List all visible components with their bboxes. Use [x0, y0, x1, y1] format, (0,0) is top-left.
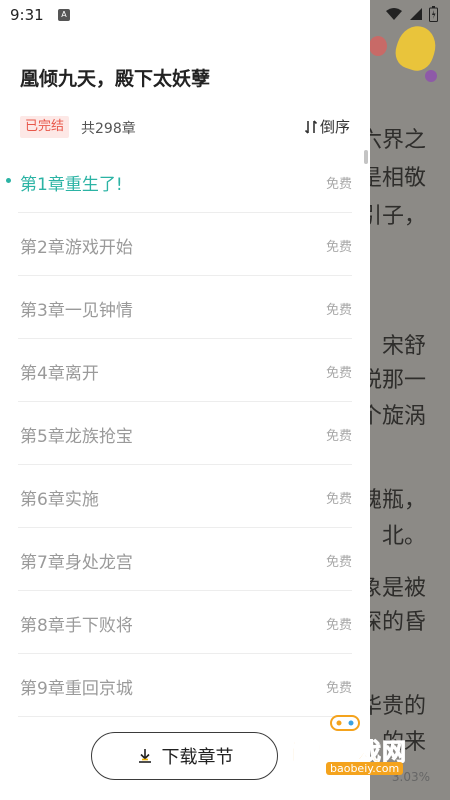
chapter-list: 第1章重生了! 免费 第2章游戏开始 免费 第3章一见钟情 免费 第4章离开 免…: [0, 150, 370, 717]
chapter-title: 第6章实施: [20, 490, 99, 510]
free-tag: 免费: [325, 240, 352, 255]
status-badge: 已完结: [20, 116, 70, 138]
free-tag: 免费: [325, 366, 352, 381]
sort-label: 倒序: [319, 118, 350, 136]
chapter-drawer: 凰倾九天，殿下太妖孽 已完结 共298章 倒序 第1章重生了! 免费 第2章游戏…: [0, 0, 370, 800]
chapter-title: 第5章龙族抢宝: [20, 427, 133, 447]
free-tag: 免费: [325, 177, 352, 192]
signal-icon: [410, 8, 422, 20]
chapter-item[interactable]: 第4章离开 免费: [18, 339, 352, 402]
gamepad-logo-icon: [330, 715, 360, 731]
download-label: 下载章节: [161, 747, 234, 768]
chapter-item[interactable]: 第6章实施 免费: [18, 465, 352, 528]
chapter-count: 共298章: [81, 121, 136, 137]
free-tag: 免费: [325, 429, 352, 444]
chapter-title: 第7章身处龙宫: [20, 553, 133, 573]
status-time: 9:31: [10, 6, 44, 24]
lantern-decoration-small: [369, 36, 387, 56]
chapter-item[interactable]: 第2章游戏开始 免费: [18, 213, 352, 276]
free-tag: 免费: [325, 303, 352, 318]
status-icons: [385, 6, 438, 22]
watermark-url: baobeiy.com: [326, 762, 404, 775]
chapter-title: 第3章一见钟情: [20, 301, 133, 321]
notification-icon: A: [58, 9, 70, 21]
download-chapters-button[interactable]: 下载章节: [91, 732, 278, 780]
status-bar: 9:31 A: [0, 0, 450, 30]
chapter-item[interactable]: 第9章重回京城 免费: [18, 654, 352, 717]
chapter-title: 第1章重生了!: [20, 175, 123, 195]
chapter-title: 第8章手下败将: [20, 616, 133, 636]
free-tag: 免费: [325, 681, 352, 696]
chapter-item[interactable]: 第5章龙族抢宝 免费: [18, 402, 352, 465]
current-chapter-dot: [6, 178, 11, 183]
chapter-item[interactable]: 第8章手下败将 免费: [18, 591, 352, 654]
chapter-item[interactable]: 第7章身处龙宫 免费: [18, 528, 352, 591]
sort-icon: [304, 119, 318, 134]
book-meta: 已完结 共298章 倒序: [20, 116, 350, 140]
download-icon: [138, 749, 151, 763]
chapter-title: 第2章游戏开始: [20, 238, 133, 258]
sort-button[interactable]: 倒序: [304, 116, 350, 137]
chapter-item[interactable]: 第3章一见钟情 免费: [18, 276, 352, 339]
wifi-icon: [386, 8, 402, 20]
chapter-item[interactable]: 第1章重生了! 免费: [6, 150, 352, 213]
chapter-title: 第9章重回京城: [20, 679, 133, 699]
book-title: 凰倾九天，殿下太妖孽: [20, 68, 211, 90]
lantern-decoration-tiny: [425, 70, 437, 82]
chapter-title: 第4章离开: [20, 364, 99, 384]
free-tag: 免费: [325, 555, 352, 570]
battery-icon: [429, 6, 438, 22]
free-tag: 免费: [325, 492, 352, 507]
free-tag: 免费: [325, 618, 352, 633]
site-watermark: 宝贝游戏网 baobeiy.com: [278, 710, 448, 782]
